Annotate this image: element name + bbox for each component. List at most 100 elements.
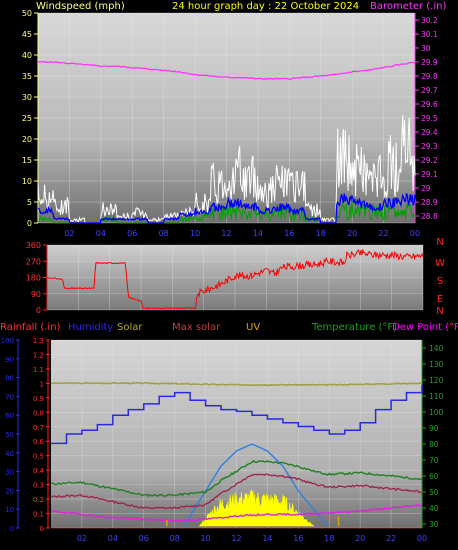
rainfall-tick-label: 0.1: [33, 511, 44, 519]
solar-legend: Solar: [117, 322, 143, 333]
time-tick-label: 16: [293, 534, 303, 543]
compass-labels: NWSEN: [435, 237, 445, 317]
time-tick-label: 08: [159, 229, 169, 238]
wind-tick-label: 0: [27, 219, 32, 228]
time-tick-label: 06: [127, 229, 137, 238]
barometer-tick-label: 29.9: [421, 58, 438, 67]
time-tick-label: 18: [316, 229, 326, 238]
rainfall-tick-label: 0.5: [33, 453, 44, 461]
direction-tick-label: 270: [26, 257, 41, 266]
humidity-tick-label: 70: [5, 393, 14, 401]
wind-tick-label: 45: [22, 30, 32, 39]
dew-point-legend: Dew Point (°F): [392, 322, 458, 333]
wind-tick-label: 35: [22, 72, 32, 81]
barometer-tick-label: 29.4: [421, 128, 438, 137]
temperature-tick-label: 80: [429, 440, 439, 449]
direction-tick-label: 360: [26, 241, 41, 250]
rainfall-tick-label: 0.2: [33, 496, 44, 504]
rainfall-tick-label: 0.4: [33, 467, 45, 475]
wind-tick-label: 10: [22, 177, 32, 186]
weather-graph-canvas: Windspeed (mph) 24 hour graph day : 22 O…: [0, 1, 458, 543]
rainfall-axis-ticks: 0 0.1 0.2 0.3 0.4 0.5 0.6 0.7 0.8 0.9 1 1.1 1.2 1.3: [33, 337, 50, 533]
rainfall-tick-label: 1.3: [33, 337, 44, 345]
temperature-tick-label: 110: [429, 392, 444, 401]
humidity-tick-label: 100: [1, 337, 14, 345]
barometer-label: Barometer (.in): [370, 1, 446, 12]
time-tick-label: 14: [253, 229, 263, 238]
wind-tick-label: 50: [22, 9, 32, 18]
compass-label-n: N: [436, 306, 443, 317]
barometer-tick-label: 30: [421, 44, 431, 53]
rainfall-legend: Rainfall (.in): [0, 322, 61, 333]
wind-time-axis: 02 04 06 08 10 12 14 16 18 20 22 00: [64, 229, 420, 238]
rainfall-tick-label: 0: [40, 525, 44, 533]
compass-label-n: N: [436, 237, 443, 248]
barometer-tick-label: 29.1: [421, 170, 438, 179]
barometer-axis-ticks: 28.8 28.9 29 29.1 29.2 29.3 29.4 29.5 29.6 29.7 29…: [414, 13, 438, 223]
humidity-tick-label: 20: [5, 487, 14, 495]
rainfall-tick-label: 0.6: [33, 438, 45, 446]
time-tick-label: 02: [77, 534, 87, 543]
time-tick-label: 18: [324, 534, 334, 543]
humidity-tick-label: 60: [5, 412, 14, 420]
temperature-tick-label: 100: [429, 408, 444, 417]
barometer-tick-label: 29.3: [421, 142, 438, 151]
temperature-tick-label: 50: [429, 488, 439, 497]
humidity-tick-label: 0: [10, 525, 14, 533]
rainfall-tick-label: 0.7: [33, 424, 44, 432]
barometer-tick-label: 29.6: [421, 100, 438, 109]
rainfall-tick-label: 1: [40, 380, 44, 388]
multi-time-axis: 02 04 06 08 10 12 14 16 18 20 22 00: [77, 534, 427, 543]
temperature-tick-label: 90: [429, 424, 439, 433]
direction-tick-label: 180: [26, 274, 41, 283]
temperature-tick-label: 70: [429, 456, 439, 465]
temperature-axis-ticks: 30 40 50 60 70 80 90 100 110 120 130 140: [421, 340, 444, 529]
barometer-tick-label: 29.5: [421, 114, 438, 123]
time-tick-label: 00: [410, 229, 420, 238]
windspeed-label: Windspeed (mph): [36, 1, 125, 12]
barometer-tick-label: 30.2: [421, 16, 438, 25]
compass-label-w: W: [435, 258, 445, 269]
chart-title: 24 hour graph day : 22 October 2024: [172, 1, 359, 12]
time-tick-label: 10: [190, 229, 200, 238]
humidity-tick-label: 40: [5, 450, 14, 458]
humidity-legend: Humidity: [68, 322, 113, 333]
barometer-tick-label: 29.8: [421, 72, 438, 81]
wind-tick-label: 25: [22, 114, 32, 123]
time-tick-label: 20: [347, 229, 357, 238]
time-tick-label: 12: [221, 229, 231, 238]
time-tick-label: 04: [96, 229, 106, 238]
time-tick-label: 16: [284, 229, 294, 238]
wind-tick-label: 30: [22, 93, 32, 102]
time-tick-label: 22: [378, 229, 388, 238]
humidity-tick-label: 10: [5, 506, 14, 514]
rainfall-tick-label: 0.9: [33, 395, 44, 403]
barometer-tick-label: 30.1: [421, 30, 438, 39]
rainfall-tick-label: 0.3: [33, 482, 44, 490]
barometer-tick-label: 29: [421, 184, 431, 193]
temperature-tick-label: 140: [429, 344, 444, 353]
temperature-tick-label: 40: [429, 504, 439, 513]
time-tick-label: 04: [108, 534, 118, 543]
barometer-tick-label: 29.7: [421, 86, 438, 95]
barometer-tick-label: 28.9: [421, 198, 438, 207]
time-tick-label: 06: [139, 534, 149, 543]
time-tick-label: 08: [170, 534, 180, 543]
time-tick-label: 22: [386, 534, 396, 543]
wind-tick-label: 5: [27, 198, 32, 207]
rainfall-tick-label: 0.8: [33, 409, 44, 417]
barometer-tick-label: 28.8: [421, 212, 438, 221]
wind-tick-label: 15: [22, 156, 32, 165]
wind-tick-label: 40: [22, 51, 32, 60]
time-tick-label: 00: [417, 534, 427, 543]
direction-tick-label: 0: [36, 306, 41, 315]
compass-label-s: S: [437, 276, 443, 287]
temperature-tick-label: 120: [429, 376, 444, 385]
humidity-tick-label: 80: [5, 375, 14, 383]
humidity-tick-label: 30: [5, 469, 14, 477]
time-tick-label: 12: [231, 534, 241, 543]
rainfall-tick-label: 1.2: [33, 351, 44, 359]
wind-tick-label: 20: [22, 135, 32, 144]
direction-tick-label: 90: [31, 290, 41, 299]
direction-axis-ticks: 0 90 180 270 360: [26, 241, 48, 315]
